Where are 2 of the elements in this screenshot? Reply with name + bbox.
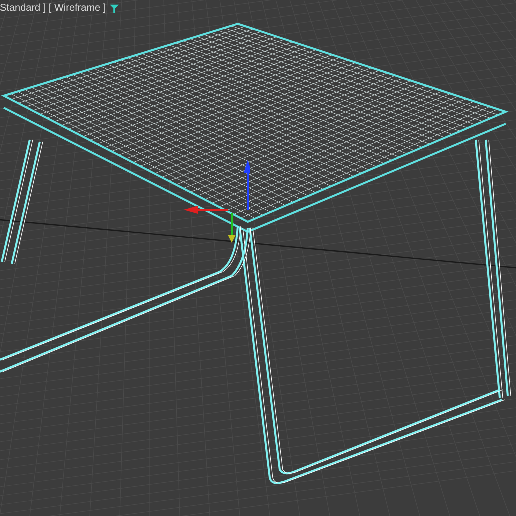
viewport-label[interactable]: Standard ] [ Wireframe ] [0,1,106,16]
filter-icon[interactable] [110,4,120,13]
